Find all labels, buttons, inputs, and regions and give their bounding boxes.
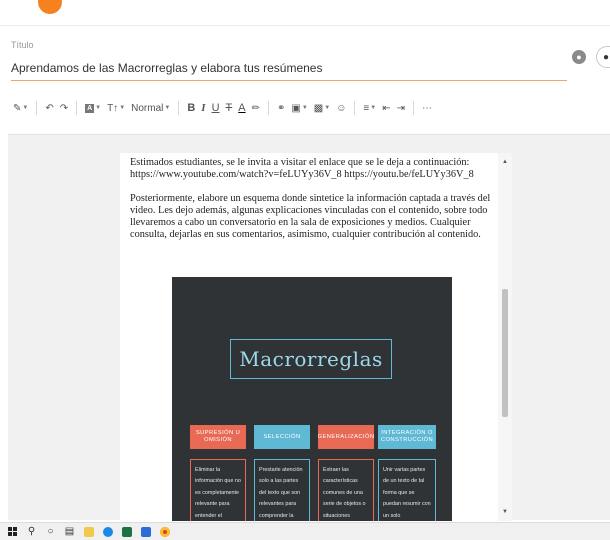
- undo-icon[interactable]: ↶: [42, 99, 56, 117]
- toolbar-divider: [412, 101, 414, 115]
- drop-icon[interactable]: ●: [572, 50, 586, 64]
- document-scrollbar[interactable]: ▲ ▼: [498, 153, 512, 521]
- editor-canvas: Estimados estudiantes, se le invita a vi…: [8, 134, 610, 521]
- strikethrough-icon[interactable]: T: [223, 99, 236, 117]
- toolbar-divider: [267, 101, 269, 115]
- indent-increase-icon[interactable]: ⇥: [394, 99, 408, 117]
- title-field-underline: [11, 80, 567, 81]
- intro-line: Estimados estudiantes, se le invita a vi…: [130, 157, 470, 168]
- preview-toggle-icon[interactable]: ●: [596, 46, 610, 68]
- text-background-icon[interactable]: A ▼: [82, 99, 104, 117]
- video-icon[interactable]: ▩ ▼: [311, 99, 333, 117]
- more-icon[interactable]: ⋯: [419, 99, 435, 117]
- scrollbar-thumb[interactable]: [502, 289, 508, 417]
- bold-icon[interactable]: B: [184, 99, 198, 117]
- column-heading-supresion: SUPRESIÓN U OMISIÓN: [190, 425, 246, 449]
- video-links[interactable]: https://www.youtube.com/watch?v=feLUYy36…: [130, 169, 474, 180]
- link-icon[interactable]: ⚭: [274, 99, 288, 117]
- text-size-icon[interactable]: T↑ ▼: [104, 99, 128, 117]
- cortana-icon[interactable]: ○: [44, 525, 57, 538]
- paragraph-style-label: Normal: [131, 102, 164, 114]
- toolbar-divider: [76, 101, 78, 115]
- toolbar-divider: [178, 101, 180, 115]
- toolbar-divider: [36, 101, 38, 115]
- column-card-generalizacion: Extraer las características comunes de u…: [318, 459, 374, 521]
- italic-icon[interactable]: I: [198, 99, 208, 117]
- column-heading-seleccion: SELECCIÓN: [254, 425, 310, 449]
- editor-toolbar: ✎ ▼ ↶ ↷ A ▼ T↑ ▼ Normal ▼ B I U T A ✏ ⚭ ▣ ▼ ▩…: [10, 98, 435, 118]
- document-body[interactable]: Estimados estudiantes, se le invita a vi…: [130, 157, 500, 253]
- title-actions: ● ●: [572, 46, 610, 68]
- column-card-integracion: Unir varias partes de un texto de tal fo…: [378, 459, 436, 521]
- top-bar: [0, 0, 610, 26]
- title-field[interactable]: Aprendamos de las Macrorreglas y elabora…: [11, 61, 322, 75]
- paragraph-intro: Estimados estudiantes, se le invita a vi…: [130, 157, 500, 181]
- scroll-up-icon[interactable]: ▲: [502, 159, 508, 165]
- infographic-title: Macrorreglas: [239, 347, 383, 371]
- pen-icon[interactable]: ✎ ▼: [10, 99, 31, 117]
- scroll-down-icon[interactable]: ▼: [502, 509, 508, 515]
- windows-start-icon[interactable]: [6, 525, 19, 538]
- column-card-seleccion: Prestarle atención solo a las partes del…: [254, 459, 310, 521]
- paragraph-instructions: Posteriormente, elabore un esquema donde…: [130, 193, 491, 240]
- file-explorer-icon[interactable]: [82, 525, 95, 538]
- infographic-title-box: Macrorreglas: [230, 339, 392, 379]
- paragraph-style-select[interactable]: Normal ▼: [128, 99, 173, 117]
- windows-taskbar: ⚲ ○ ▤: [0, 522, 610, 540]
- toolbar-divider: [354, 101, 356, 115]
- title-label: Título: [11, 40, 34, 50]
- align-icon[interactable]: ≡ ▼: [360, 99, 379, 117]
- task-view-icon[interactable]: ▤: [63, 525, 76, 538]
- image-icon[interactable]: ▣ ▼: [288, 99, 310, 117]
- column-heading-integracion: INTEGRACIÓN O CONSTRUCCIÓN: [378, 425, 436, 449]
- redo-icon[interactable]: ↷: [57, 99, 71, 117]
- font-color-icon[interactable]: A: [235, 99, 248, 117]
- indent-decrease-icon[interactable]: ⇤: [379, 99, 393, 117]
- column-heading-generalizacion: GENERALIZACIÓN: [318, 425, 374, 449]
- column-card-supresion: Eliminar la información que no es comple…: [190, 459, 246, 521]
- emoji-icon[interactable]: ☺: [333, 99, 349, 117]
- mail-icon[interactable]: [139, 525, 152, 538]
- macrorreglas-image[interactable]: Macrorreglas SUPRESIÓN U OMISIÓN SELECCI…: [172, 277, 452, 521]
- chrome-icon[interactable]: [158, 525, 171, 538]
- document-page[interactable]: Estimados estudiantes, se le invita a vi…: [120, 153, 512, 521]
- app-logo[interactable]: [38, 0, 62, 14]
- excel-icon[interactable]: [120, 525, 133, 538]
- highlight-icon[interactable]: ✏: [249, 99, 263, 117]
- search-icon[interactable]: ⚲: [25, 525, 38, 538]
- underline-icon[interactable]: U: [209, 99, 223, 117]
- edge-icon[interactable]: [101, 525, 114, 538]
- screen: Título Aprendamos de las Macrorreglas y …: [0, 0, 610, 540]
